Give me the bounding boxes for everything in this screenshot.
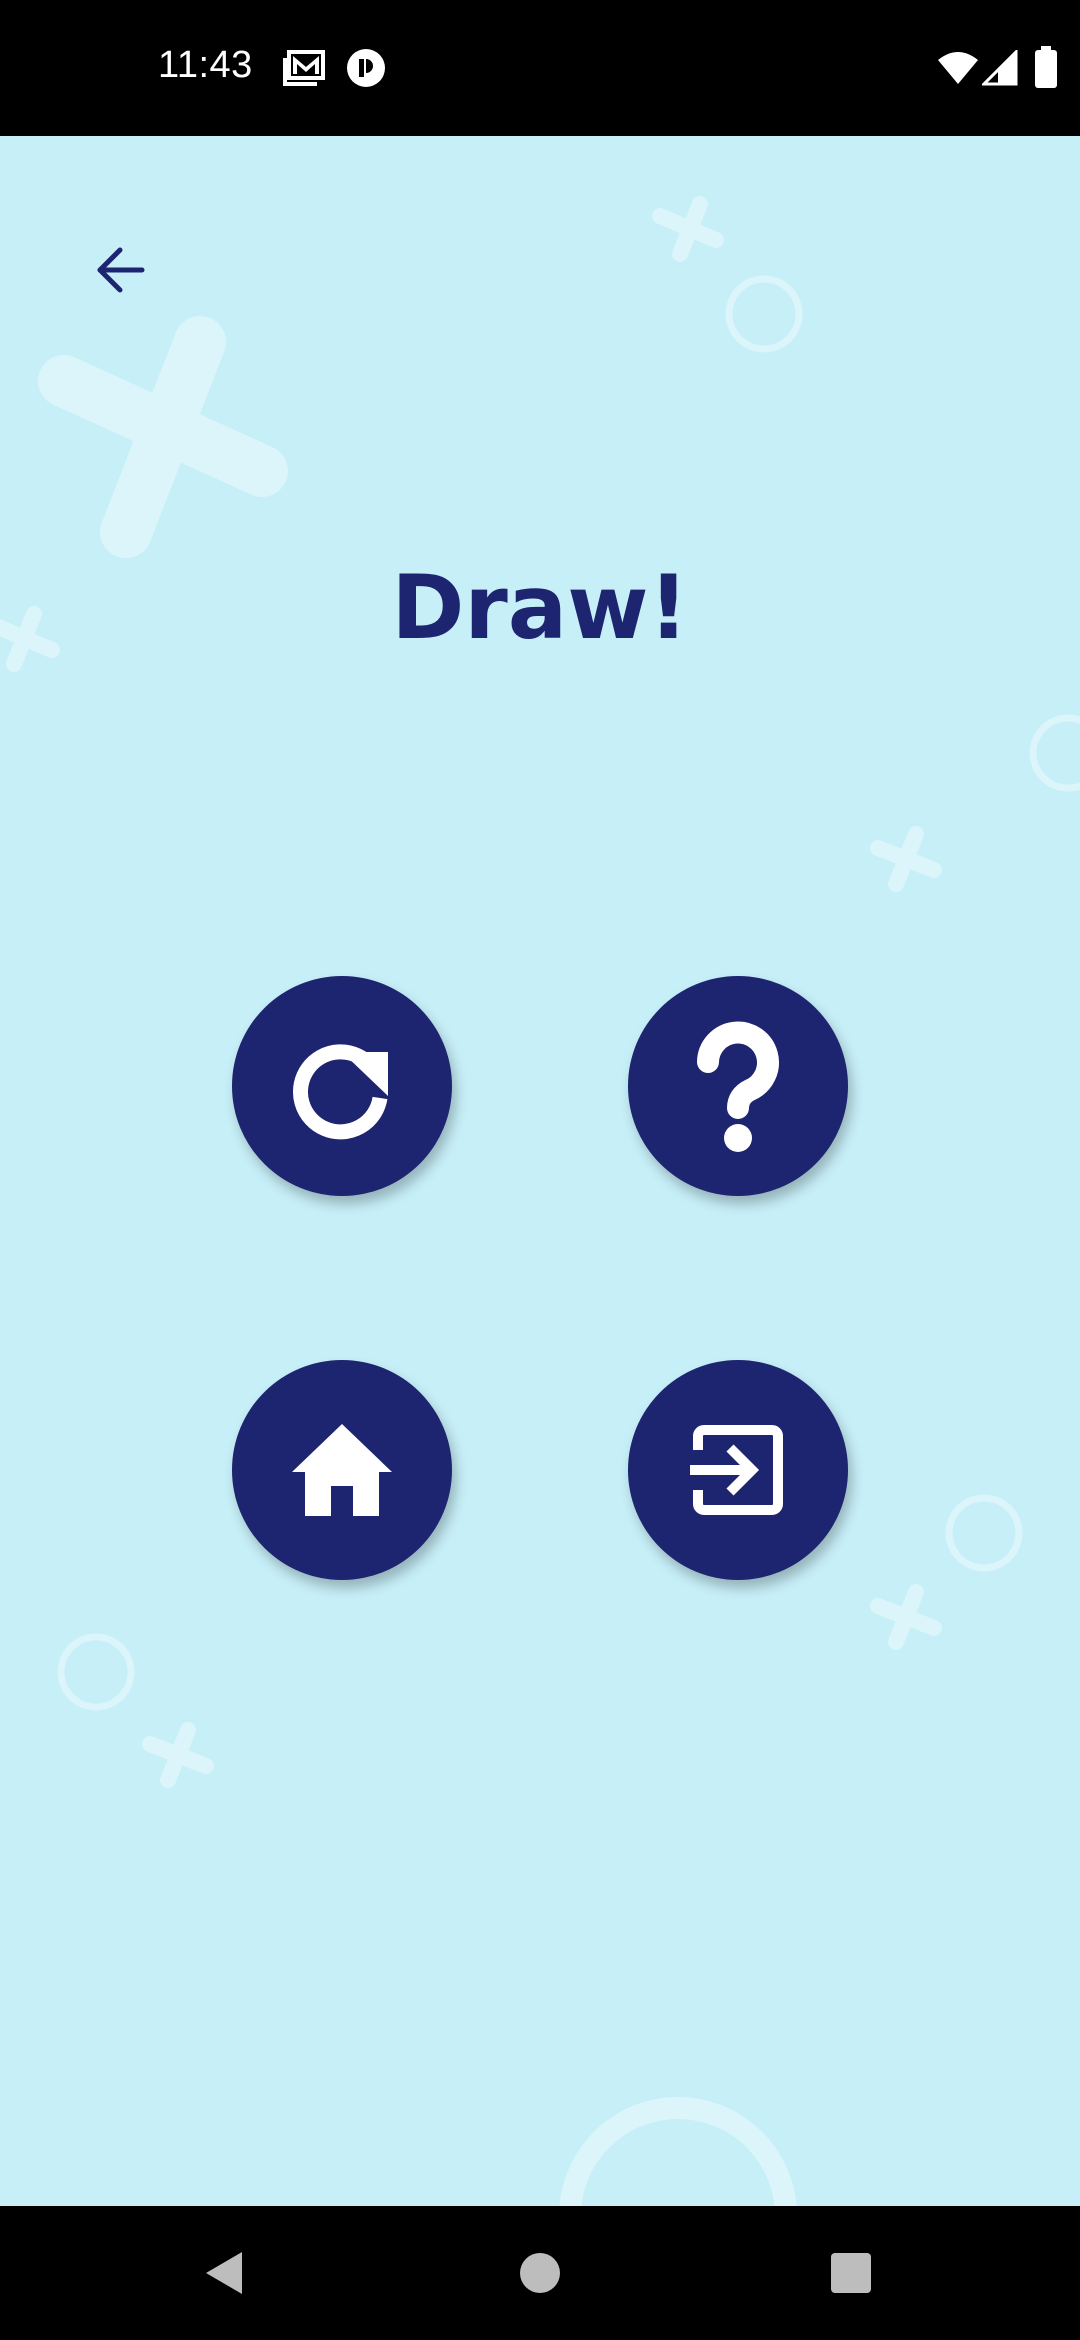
exit-icon: [688, 1425, 783, 1515]
recents-square-icon: [831, 2253, 871, 2293]
nav-back-button[interactable]: [204, 2250, 244, 2300]
app-content: Draw!: [0, 136, 1080, 2206]
home-circle-icon: [520, 2253, 560, 2293]
background-decoration: [0, 196, 1080, 2206]
question-mark-icon: [697, 1021, 779, 1152]
replay-button[interactable]: [232, 976, 452, 1196]
redo-icon: [292, 1044, 388, 1140]
battery-icon: [1034, 46, 1058, 92]
help-button[interactable]: [628, 976, 848, 1196]
page-title: Draw!: [391, 556, 689, 659]
home-button[interactable]: [232, 1360, 452, 1580]
home-icon: [292, 1424, 392, 1516]
cellular-signal-icon: [980, 48, 1018, 90]
nav-home-button[interactable]: [519, 2252, 561, 2298]
wifi-icon: [936, 50, 980, 90]
exit-button[interactable]: [628, 1360, 848, 1580]
nav-recents-button[interactable]: [830, 2252, 872, 2298]
back-triangle-icon: [206, 2252, 242, 2294]
back-button[interactable]: [84, 232, 160, 308]
status-bar: 11:43: [0, 0, 1080, 136]
navigation-bar: [0, 2206, 1080, 2340]
gmail-icon: [283, 48, 325, 92]
arrow-back-icon: [97, 247, 145, 293]
notification-app-icon: [346, 48, 386, 92]
status-time: 11:43: [158, 44, 253, 86]
screen: 11:43 Draw!: [0, 0, 1080, 2340]
